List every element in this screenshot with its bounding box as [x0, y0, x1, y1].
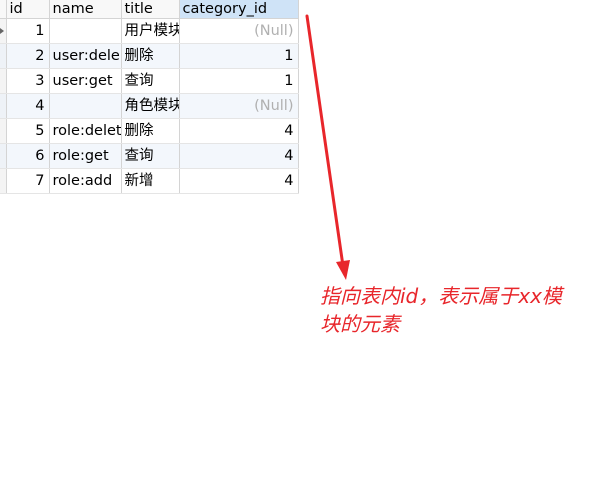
column-header-name[interactable]: name: [49, 0, 122, 19]
cell-name[interactable]: role:add: [49, 168, 122, 194]
table-row[interactable]: 5 role:delet 删除 4: [0, 118, 299, 144]
row-indicator: [0, 118, 7, 144]
cell-id[interactable]: 6: [6, 143, 50, 169]
row-indicator: [0, 143, 7, 169]
table-row[interactable]: 4 角色模块 (Null): [0, 93, 299, 119]
cell-category-id[interactable]: 4: [179, 143, 299, 169]
cell-category-id[interactable]: (Null): [179, 93, 299, 119]
cell-id[interactable]: 3: [6, 68, 50, 94]
table-row[interactable]: 7 role:add 新增 4: [0, 168, 299, 194]
cell-name[interactable]: role:get: [49, 143, 122, 169]
cell-name[interactable]: role:delet: [49, 118, 122, 144]
column-header-category-id[interactable]: category_id: [179, 0, 299, 19]
cell-category-id[interactable]: 1: [179, 43, 299, 69]
cell-category-id[interactable]: 4: [179, 118, 299, 144]
row-indicator: [0, 93, 7, 119]
cell-title[interactable]: 用户模块: [121, 18, 180, 44]
table-row[interactable]: 2 user:dele 删除 1: [0, 43, 299, 69]
cell-title[interactable]: 角色模块: [121, 93, 180, 119]
cell-name[interactable]: [49, 93, 122, 119]
arrow-head: [336, 260, 350, 280]
cell-id[interactable]: 1: [6, 18, 50, 44]
cell-name[interactable]: user:get: [49, 68, 122, 94]
cell-category-id[interactable]: (Null): [179, 18, 299, 44]
header-row: id name title category_id: [0, 0, 299, 19]
column-header-id[interactable]: id: [6, 0, 50, 19]
table-row[interactable]: 3 user:get 查询 1: [0, 68, 299, 94]
cell-id[interactable]: 4: [6, 93, 50, 119]
cell-title[interactable]: 查询: [121, 68, 180, 94]
cell-title[interactable]: 查询: [121, 143, 180, 169]
cell-id[interactable]: 7: [6, 168, 50, 194]
cell-id[interactable]: 5: [6, 118, 50, 144]
cell-name[interactable]: user:dele: [49, 43, 122, 69]
cell-title[interactable]: 删除: [121, 118, 180, 144]
table-row[interactable]: 1 用户模块 (Null): [0, 18, 299, 44]
row-indicator: [0, 43, 7, 69]
table-row[interactable]: 6 role:get 查询 4: [0, 143, 299, 169]
data-grid: id name title category_id 1 用户模块 (Null) …: [0, 0, 299, 196]
row-indicator: [0, 68, 7, 94]
row-indicator: [0, 168, 7, 194]
arrow-shaft: [305, 14, 345, 268]
current-row-indicator-icon: [0, 18, 7, 44]
cell-id[interactable]: 2: [6, 43, 50, 69]
cell-category-id[interactable]: 1: [179, 68, 299, 94]
cell-category-id[interactable]: 4: [179, 168, 299, 194]
records-table: id name title category_id 1 用户模块 (Null) …: [0, 0, 299, 194]
cell-name[interactable]: [49, 18, 122, 44]
cell-title[interactable]: 删除: [121, 43, 180, 69]
annotation-note: 指向表内id，表示属于xx模块的元素: [320, 284, 562, 336]
cell-title[interactable]: 新增: [121, 168, 180, 194]
column-header-title[interactable]: title: [121, 0, 180, 19]
